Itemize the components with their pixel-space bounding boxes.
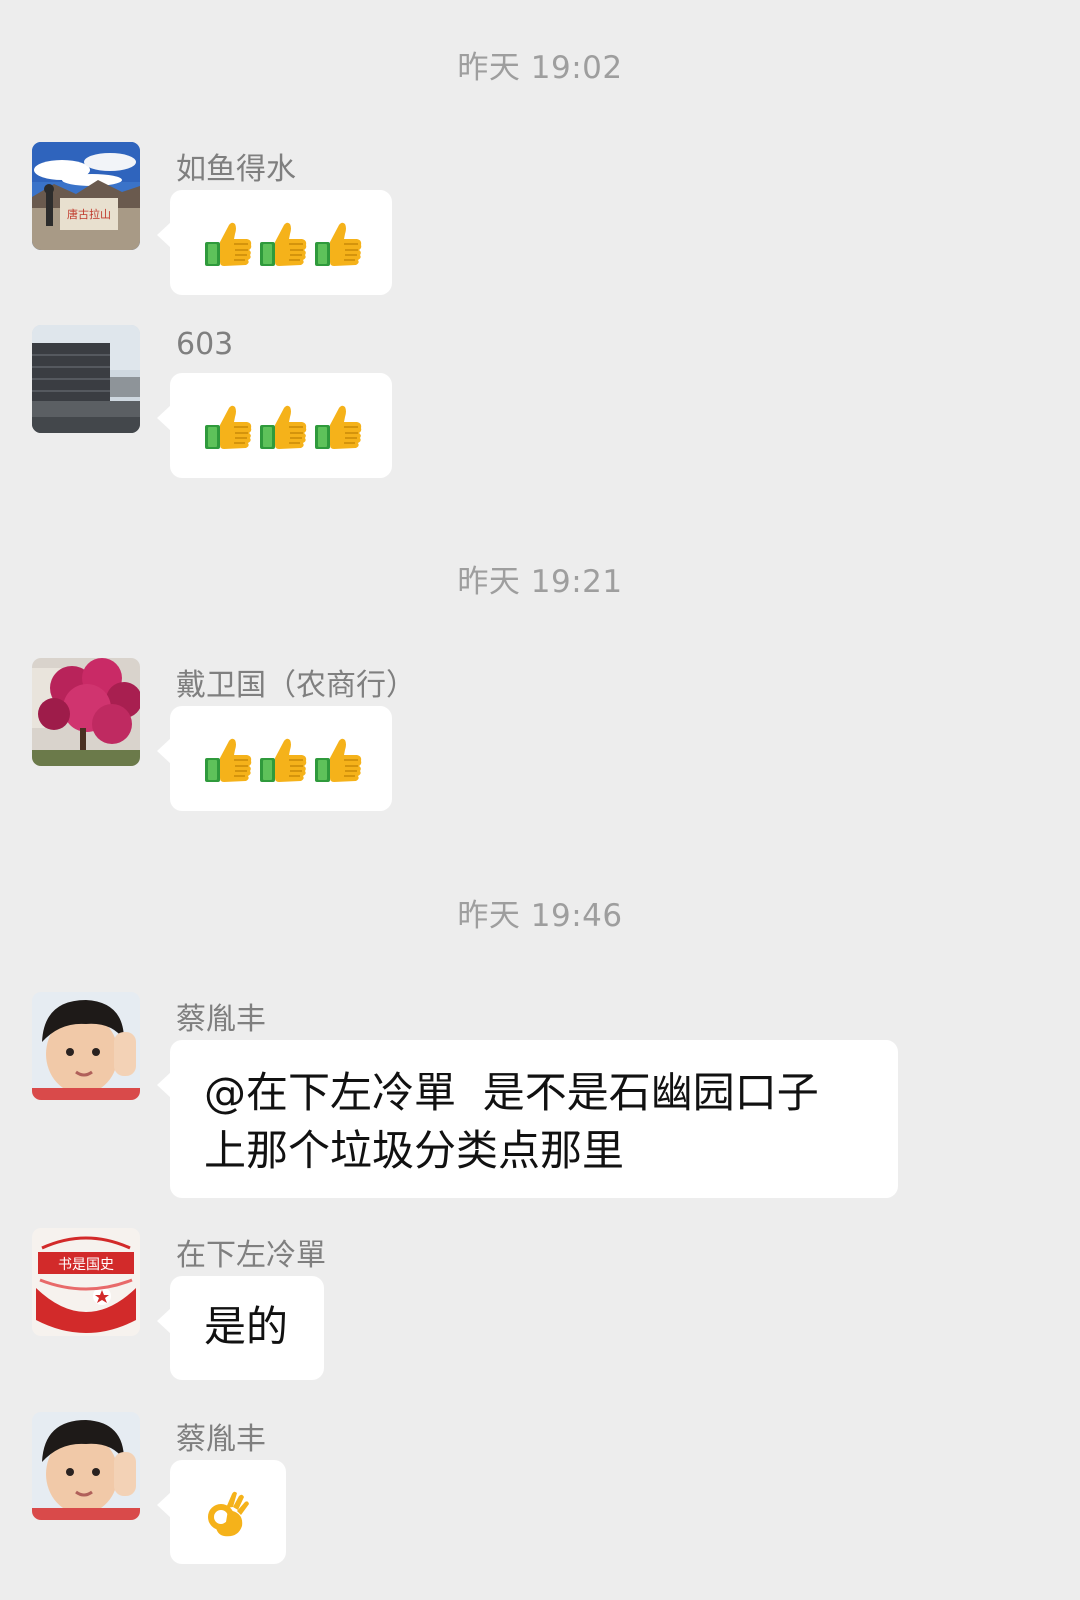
message-bubble[interactable]: [157, 373, 392, 478]
thumbs-up-icon: [204, 404, 252, 450]
avatar[interactable]: 唐古拉山: [32, 142, 140, 250]
message-bubble[interactable]: 是的: [157, 1276, 324, 1380]
timestamp: 昨天 19:46: [457, 898, 623, 934]
avatar[interactable]: 书是国史: [32, 1228, 140, 1336]
avatar-sign-text: 唐古拉山: [67, 207, 111, 221]
thumbs-up-icon: [314, 404, 362, 450]
avatar[interactable]: [32, 1412, 140, 1520]
message-bubble[interactable]: @在下左冷單 是不是石幽园口子 上那个垃圾分类点那里: [157, 1040, 898, 1198]
avatar[interactable]: [32, 992, 140, 1100]
message-text: @在下左冷單 是不是石幽园口子 上那个垃圾分类点那里: [204, 1068, 819, 1175]
sender-name: 603: [176, 327, 234, 362]
avatar-banner-text: 书是国史: [58, 1257, 114, 1273]
ok-hand-icon: [204, 1490, 252, 1538]
thumbs-up-icon: [204, 221, 252, 267]
avatar[interactable]: [32, 325, 140, 433]
sender-name: 在下左冷單: [176, 1238, 326, 1273]
thumbs-up-icon: [314, 221, 362, 267]
thumbs-up-icon: [259, 404, 307, 450]
message-bubble[interactable]: [157, 190, 392, 295]
thumbs-up-icon: [204, 737, 252, 783]
sender-name: 戴卫国（农商行）: [176, 668, 416, 703]
sender-name: 蔡胤丰: [176, 1002, 266, 1037]
thumbs-up-icon: [314, 737, 362, 783]
thumbs-up-icon: [259, 737, 307, 783]
avatar[interactable]: [32, 658, 140, 766]
sender-name: 如鱼得水: [176, 152, 296, 187]
message-bubble[interactable]: [157, 1460, 286, 1564]
timestamp: 昨天 19:21: [457, 564, 623, 600]
sender-name: 蔡胤丰: [176, 1422, 266, 1457]
message-bubble[interactable]: [157, 706, 392, 811]
thumbs-up-icon: [259, 221, 307, 267]
message-text: 是的: [204, 1302, 289, 1351]
timestamp: 昨天 19:02: [457, 50, 623, 86]
